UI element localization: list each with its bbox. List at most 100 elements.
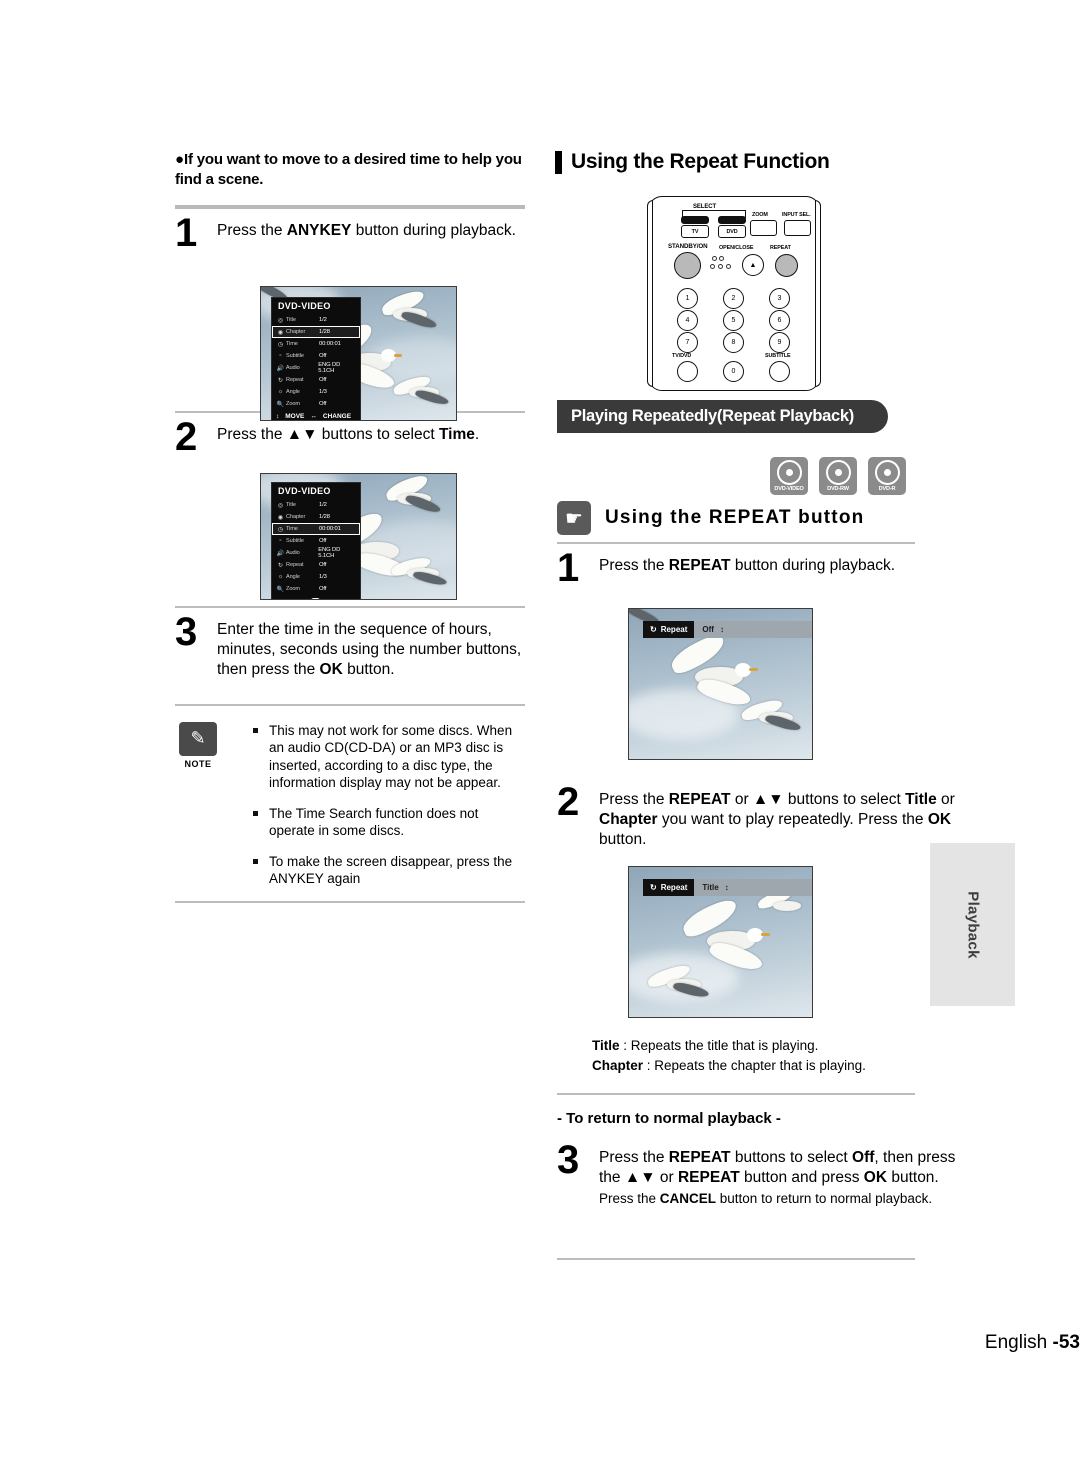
- osd-row[interactable]: ◎ Title 1/2: [272, 499, 360, 511]
- osd-row[interactable]: ↻ Repeat Off: [272, 559, 360, 571]
- step-text-c: .: [474, 426, 480, 444]
- updown-icon: ↕: [724, 883, 729, 892]
- key-2[interactable]: 2: [723, 288, 744, 309]
- standby-on-button[interactable]: [674, 252, 701, 279]
- step-text-bold: OK: [927, 810, 952, 828]
- key-4[interactable]: 4: [677, 310, 698, 331]
- step-text-b: button.: [342, 660, 395, 678]
- key-0[interactable]: 0: [723, 361, 744, 382]
- osd-row[interactable]: ▫ Subtitle Off: [272, 535, 360, 547]
- side-tab-playback: Playback: [930, 843, 1015, 1006]
- repeat-overlay-label: ↻ Repeat: [643, 879, 695, 896]
- page-title-text: Using the Repeat Function: [571, 150, 830, 173]
- step-text: Press the REPEAT or ▲▼ buttons to select…: [599, 790, 964, 849]
- key-3-label: 3: [777, 295, 782, 302]
- subtitle-button[interactable]: [769, 361, 790, 382]
- note-item: The Time Search function does not operat…: [253, 805, 525, 840]
- divider: [557, 1093, 915, 1095]
- osd-row[interactable]: ◉ Chapter 1/28: [272, 511, 360, 523]
- disc-icon: [825, 460, 851, 485]
- note-item: To make the screen disappear, press the …: [253, 853, 525, 888]
- zoom-icon: 🔍: [276, 586, 285, 593]
- osd-title: DVD-VIDEO: [278, 486, 331, 497]
- repeat-overlay-value[interactable]: Title ↕: [694, 879, 812, 896]
- subtitle-label: SUBTITLE: [765, 353, 791, 359]
- footer-page-number: -53: [1052, 1332, 1080, 1353]
- key-2-label: 2: [731, 295, 736, 302]
- left-heading: ●If you want to move to a desired time t…: [175, 150, 525, 191]
- osd-row-value: Off: [319, 586, 327, 593]
- tv-screenshot-3: ↻ Repeat Off ↕: [628, 608, 813, 760]
- key-1[interactable]: 1: [677, 288, 698, 309]
- osd-title: DVD-VIDEO: [278, 301, 331, 312]
- tv-button[interactable]: TV: [681, 225, 709, 238]
- divider: [175, 606, 525, 609]
- osd-row-value: Off: [319, 538, 327, 545]
- title-icon: ◎: [277, 317, 284, 324]
- subsection-title: ☛ Using the REPEAT button: [557, 501, 864, 535]
- key-0-label: 0: [731, 368, 736, 375]
- osd-row-name: Time: [286, 341, 298, 348]
- step-text-b: buttons to select: [317, 426, 439, 444]
- divider: [175, 703, 525, 706]
- step-text-bold: REPEAT: [668, 791, 731, 808]
- angle-icon: ☼: [277, 389, 284, 396]
- osd-row[interactable]: ☼ Angle 1/3: [272, 571, 360, 583]
- osd-row-selected[interactable]: ◉ Chapter 1/28: [272, 326, 360, 339]
- side-tab-label: Playback: [964, 890, 981, 959]
- osd-row[interactable]: ↻ Repeat Off: [272, 374, 360, 386]
- key-4-label: 4: [685, 317, 690, 324]
- step-text-bold: REPEAT: [668, 557, 731, 574]
- repeat-overlay-2: ↻ Repeat Title ↕: [643, 879, 812, 896]
- key-5[interactable]: 5: [723, 310, 744, 331]
- osd-row[interactable]: ◎ Title 1/2: [272, 314, 360, 326]
- osd-row-name: Audio: [285, 550, 300, 557]
- left-heading-text: If you want to move to a desired time to…: [175, 151, 522, 189]
- updown-arrows: ▲▼: [286, 426, 318, 444]
- left-step-1: 1 Press the ANYKEY button during playbac…: [175, 213, 525, 253]
- step-text-a: Press the: [599, 557, 669, 574]
- osd-row-value: Off: [319, 377, 327, 384]
- open-close-button[interactable]: ▲: [742, 254, 764, 276]
- osd-row[interactable]: 🔊 Audio ENG DD 5.1CH: [272, 362, 360, 374]
- step-text-bold: REPEAT: [677, 1168, 740, 1186]
- osd-row-selected[interactable]: ◷ Time 00:00:01: [272, 523, 360, 536]
- right-step-3: 3 Press the REPEAT buttons to select Off…: [557, 1140, 964, 1207]
- osd-row[interactable]: 🔍 Zoom Off: [272, 583, 360, 595]
- osd-row-name: Repeat: [286, 562, 304, 569]
- updown-icon: ↕: [719, 625, 724, 634]
- zoom-button[interactable]: [750, 220, 777, 236]
- osd-row-name: Time: [286, 526, 298, 533]
- step-text-b: or: [730, 791, 753, 808]
- input-sel-button[interactable]: [784, 220, 811, 236]
- key-3[interactable]: 3: [769, 288, 790, 309]
- osd-row-value: 00:00:01: [319, 526, 341, 533]
- tv-dvd-button[interactable]: [677, 361, 698, 382]
- divider: [557, 542, 915, 544]
- osd-row-name: Angle: [286, 389, 300, 396]
- osd-row[interactable]: ☼ Angle 1/3: [272, 386, 360, 398]
- right-step-2: 2 Press the REPEAT or ▲▼ buttons to sele…: [557, 782, 964, 849]
- repeat-button[interactable]: [775, 254, 798, 277]
- step-subtext-bold: CANCEL: [659, 1190, 717, 1206]
- key-9[interactable]: 9: [769, 332, 790, 353]
- osd-row-name: Title: [286, 502, 296, 509]
- key-8[interactable]: 8: [723, 332, 744, 353]
- remote-right-edge: [815, 200, 821, 387]
- dvd-button[interactable]: DVD: [718, 225, 746, 238]
- dvd-button-label: DVD: [726, 228, 738, 235]
- key-6[interactable]: 6: [769, 310, 790, 331]
- key-7[interactable]: 7: [677, 332, 698, 353]
- step-text: Press the REPEAT button during playback.: [599, 556, 959, 576]
- repeat-overlay-value[interactable]: Off ↕: [694, 621, 812, 638]
- osd-row-name: Chapter: [286, 329, 306, 336]
- bullet-dot: ●: [175, 151, 184, 168]
- osd-row[interactable]: 🔊 Audio ENG DD 5.1CH: [272, 547, 360, 559]
- osd-row[interactable]: ▫ Subtitle Off: [272, 350, 360, 362]
- osd-row-name: Audio: [285, 365, 300, 372]
- osd-row[interactable]: 🔍 Zoom Off: [272, 398, 360, 410]
- updown-icon: ↕: [276, 413, 280, 421]
- right-step-1: 1 Press the REPEAT button during playbac…: [557, 548, 959, 588]
- key-8-label: 8: [731, 339, 736, 346]
- osd-row[interactable]: ◷ Time 00:00:01: [272, 338, 360, 350]
